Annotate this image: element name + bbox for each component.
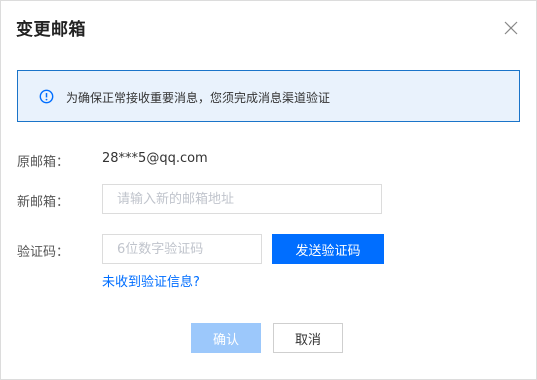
not-received-link[interactable]: 未收到验证信息? [102,271,200,290]
verification-code-label: 验证码： [17,245,70,260]
verification-notice: 为确保正常接收重要消息，您须完成消息渠道验证 [17,70,520,122]
cancel-button[interactable]: 取消 [273,323,343,353]
change-email-dialog: 变更邮箱 为确保正常接收重要消息，您须完成消息渠道验证 原邮箱： 28***5@… [0,0,537,380]
new-email-label: 新邮箱： [17,195,70,210]
info-icon [39,89,54,104]
original-email-value: 28***5@qq.com [102,151,208,166]
verification-code-input[interactable] [102,234,262,264]
close-icon[interactable] [504,21,518,35]
send-code-button[interactable]: 发送验证码 [272,234,384,264]
confirm-button[interactable]: 确认 [191,323,261,353]
notice-text: 为确保正常接收重要消息，您须完成消息渠道验证 [66,91,331,105]
new-email-input[interactable] [102,184,382,214]
dialog-title: 变更邮箱 [16,20,86,40]
original-email-label: 原邮箱： [17,155,70,170]
